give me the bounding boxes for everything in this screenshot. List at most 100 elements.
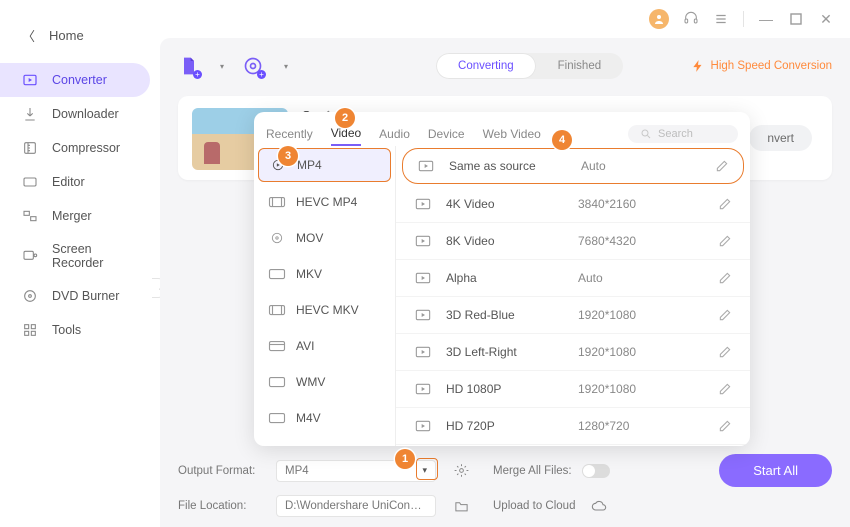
preset-same-as-source[interactable]: Same as sourceAuto bbox=[402, 148, 744, 184]
sidebar-item-downloader[interactable]: Downloader bbox=[0, 97, 150, 131]
convert-button[interactable]: nvert bbox=[749, 125, 812, 151]
preset-3d-rb[interactable]: 3D Red-Blue1920*1080 bbox=[396, 297, 750, 334]
sidebar-item-label: Tools bbox=[52, 323, 81, 337]
preset-res: 1920*1080 bbox=[578, 382, 704, 396]
back-home[interactable]: 〈 Home bbox=[0, 20, 160, 51]
sidebar-item-editor[interactable]: Editor bbox=[0, 165, 150, 199]
edit-icon[interactable] bbox=[718, 345, 734, 359]
edit-icon[interactable] bbox=[718, 197, 734, 211]
tab-converting[interactable]: Converting bbox=[436, 53, 536, 79]
preset-res: 1920*1080 bbox=[578, 345, 704, 359]
file-location-input[interactable]: D:\Wondershare UniConverter 1 bbox=[276, 495, 436, 517]
preset-8k[interactable]: 8K Video7680*4320 bbox=[396, 223, 750, 260]
preset-1080p[interactable]: HD 1080P 1920*1080 bbox=[396, 371, 750, 408]
preset-720p[interactable]: HD 720P1280*720 bbox=[396, 408, 750, 445]
mode-tabs: Converting Finished bbox=[436, 53, 623, 79]
format-hevc-mp4[interactable]: HEVC MP4 bbox=[254, 184, 395, 220]
hevc-icon bbox=[268, 195, 286, 209]
popup-tab-device[interactable]: Device bbox=[428, 123, 465, 145]
video-icon bbox=[414, 345, 432, 359]
bolt-icon bbox=[691, 59, 705, 73]
format-label: MP4 bbox=[297, 158, 322, 172]
chevron-down-icon[interactable]: ▾ bbox=[220, 62, 224, 71]
preset-3d-lr[interactable]: 3D Left-Right 1920*1080 bbox=[396, 334, 750, 371]
file-location-label: File Location: bbox=[178, 500, 266, 512]
maximize-icon[interactable] bbox=[788, 11, 804, 27]
sidebar-item-compressor[interactable]: Compressor bbox=[0, 131, 150, 165]
add-file-button[interactable]: + bbox=[178, 55, 200, 77]
cloud-icon[interactable] bbox=[591, 498, 607, 514]
preset-label: 3D Red-Blue bbox=[446, 308, 564, 322]
output-format-label: Output Format: bbox=[178, 465, 266, 477]
sidebar-item-converter[interactable]: Converter bbox=[0, 63, 150, 97]
format-label: WMV bbox=[296, 375, 325, 389]
merger-icon bbox=[22, 208, 38, 224]
sidebar-item-label: Converter bbox=[52, 73, 107, 87]
preset-label: 3D Left-Right bbox=[446, 345, 564, 359]
edit-icon[interactable] bbox=[718, 419, 734, 433]
high-speed-toggle[interactable]: High Speed Conversion bbox=[691, 59, 832, 73]
folder-icon[interactable] bbox=[454, 499, 469, 514]
edit-icon[interactable] bbox=[718, 382, 734, 396]
step-highlight bbox=[416, 458, 438, 480]
minimize-icon[interactable]: — bbox=[758, 11, 774, 27]
format-hevc-mkv[interactable]: HEVC MKV bbox=[254, 292, 395, 328]
video-icon bbox=[417, 159, 435, 173]
merge-toggle[interactable] bbox=[582, 464, 610, 478]
sidebar-item-tools[interactable]: Tools bbox=[0, 313, 150, 347]
sidebar-item-label: DVD Burner bbox=[52, 289, 119, 303]
popup-tab-web-video[interactable]: Web Video bbox=[483, 123, 541, 145]
menu-icon[interactable] bbox=[713, 11, 729, 27]
preset-res: Auto bbox=[578, 271, 704, 285]
close-icon[interactable]: ✕ bbox=[818, 11, 834, 27]
wmv-icon bbox=[268, 375, 286, 389]
chevron-down-icon[interactable]: ▾ bbox=[284, 62, 288, 71]
step-bubble-3: 3 bbox=[278, 146, 298, 166]
preset-4k[interactable]: 4K Video3840*2160 bbox=[396, 186, 750, 223]
edit-icon[interactable] bbox=[718, 234, 734, 248]
sidebar-item-merger[interactable]: Merger bbox=[0, 199, 150, 233]
profile-avatar[interactable] bbox=[649, 9, 669, 29]
preset-res: 1280*720 bbox=[578, 419, 704, 433]
format-mov[interactable]: MOV bbox=[254, 220, 395, 256]
sidebar: 〈 Home Converter Downloader Compressor E… bbox=[0, 0, 160, 527]
video-icon bbox=[414, 308, 432, 322]
editor-icon bbox=[22, 174, 38, 190]
sidebar-item-screen-recorder[interactable]: Screen Recorder bbox=[0, 233, 150, 279]
support-icon[interactable] bbox=[683, 11, 699, 27]
search-input[interactable]: Search bbox=[628, 125, 738, 143]
add-dvd-button[interactable]: + bbox=[242, 55, 264, 77]
divider bbox=[743, 11, 744, 27]
chevron-left-icon: 〈 bbox=[22, 26, 35, 45]
preset-label: 8K Video bbox=[446, 234, 564, 248]
format-popup: Recently Video Audio Device Web Video Se… bbox=[254, 112, 750, 446]
settings-icon[interactable] bbox=[454, 463, 469, 478]
start-all-button[interactable]: Start All bbox=[719, 454, 832, 487]
preset-label: 4K Video bbox=[446, 197, 564, 211]
edit-icon[interactable] bbox=[718, 308, 734, 322]
format-mkv[interactable]: MKV bbox=[254, 256, 395, 292]
edit-icon[interactable] bbox=[715, 159, 731, 173]
format-m4v[interactable]: M4V bbox=[254, 400, 395, 436]
preset-label: Alpha bbox=[446, 271, 564, 285]
format-label: AVI bbox=[296, 339, 314, 353]
format-list: MP4 HEVC MP4 MOV MKV HEVC MKV AVI WMV M4… bbox=[254, 146, 396, 446]
step-bubble-2: 2 bbox=[335, 108, 355, 128]
step-bubble-1: 1 bbox=[395, 449, 415, 469]
tab-finished[interactable]: Finished bbox=[536, 53, 623, 79]
format-label: MKV bbox=[296, 267, 322, 281]
upload-label: Upload to Cloud bbox=[493, 500, 575, 512]
sidebar-item-dvd-burner[interactable]: DVD Burner bbox=[0, 279, 150, 313]
format-wmv[interactable]: WMV bbox=[254, 364, 395, 400]
converter-icon bbox=[22, 72, 38, 88]
preset-label: HD 1080P bbox=[446, 382, 564, 396]
format-avi[interactable]: AVI bbox=[254, 328, 395, 364]
popup-tab-audio[interactable]: Audio bbox=[379, 123, 410, 145]
edit-icon[interactable] bbox=[718, 271, 734, 285]
preset-alpha[interactable]: Alpha Auto bbox=[396, 260, 750, 297]
output-format-value: MP4 bbox=[285, 465, 309, 477]
hevc-mkv-icon bbox=[268, 303, 286, 317]
popup-tab-recently[interactable]: Recently bbox=[266, 123, 313, 145]
toolbar: + ▾ + ▾ Converting Finished High Speed Con… bbox=[178, 50, 832, 82]
video-icon bbox=[414, 234, 432, 248]
